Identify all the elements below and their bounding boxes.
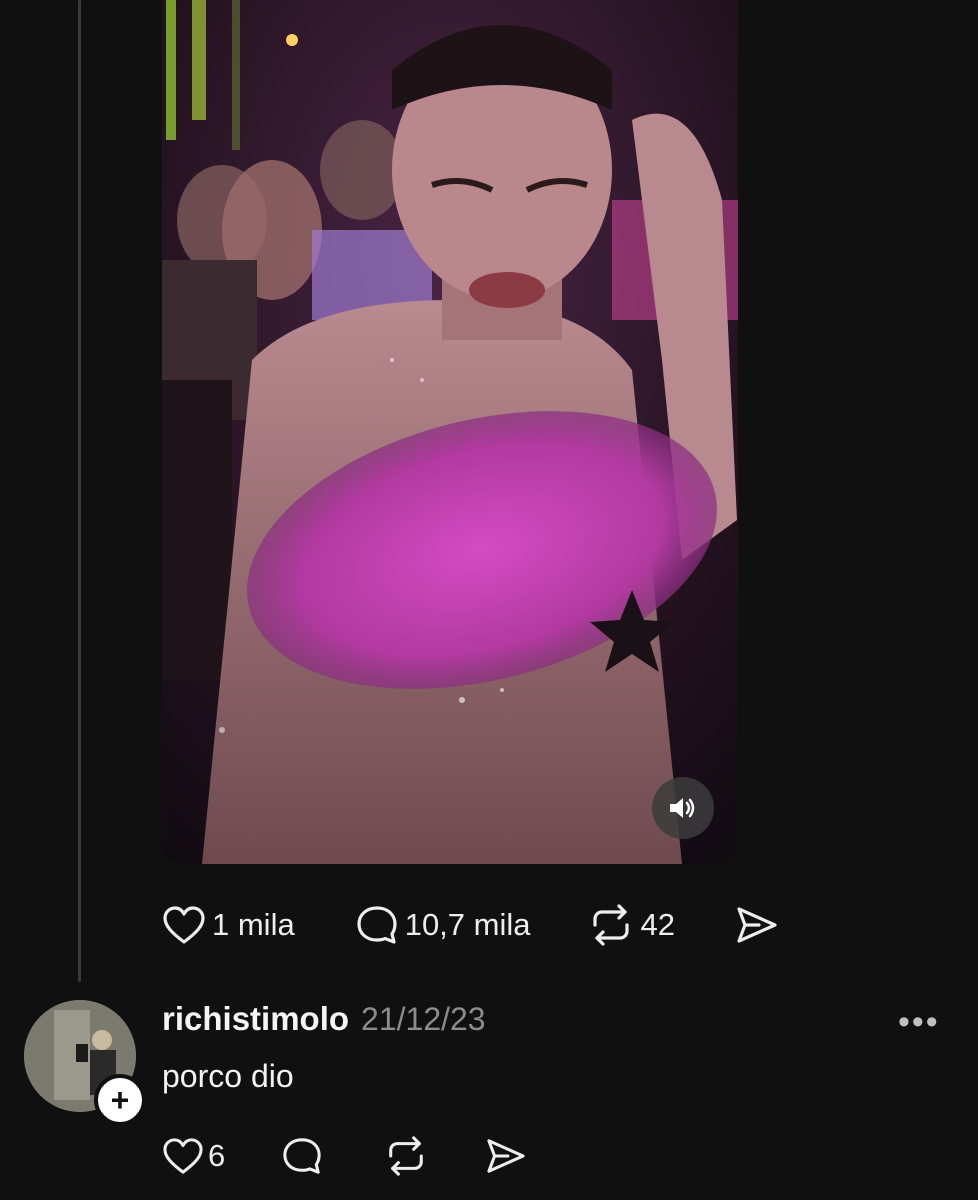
reply-like-count: 6 [208, 1138, 226, 1173]
comment-count: 10,7 mila [404, 907, 531, 942]
reply-date: 21/12/23 [361, 1001, 486, 1037]
heart-icon [163, 906, 205, 944]
more-options-icon[interactable]: ••• [898, 1003, 940, 1042]
like-button[interactable]: 1 mila [162, 905, 295, 945]
reply-username[interactable]: richistimolo [162, 1000, 349, 1038]
reply-comment-button[interactable] [281, 1136, 323, 1176]
comment-bubble-icon [283, 1138, 321, 1174]
video-frame-image [162, 0, 738, 864]
share-button[interactable] [735, 905, 779, 945]
send-icon [487, 1139, 525, 1173]
reply-header: richistimolo 21/12/23 [162, 1000, 486, 1044]
repost-icon [592, 904, 629, 946]
comment-bubble-icon [357, 906, 397, 944]
follow-button[interactable]: + [94, 1074, 146, 1126]
repost-count: 42 [640, 907, 675, 942]
repost-button[interactable]: 42 [587, 903, 675, 947]
reply-share-button[interactable] [485, 1137, 527, 1175]
plus-icon: + [110, 1082, 130, 1118]
reply-like-button[interactable]: 6 [162, 1137, 225, 1175]
reply-author-avatar-group: + [24, 1000, 146, 1126]
reply-repost-button[interactable] [383, 1135, 429, 1177]
speaker-icon [670, 798, 695, 818]
sound-toggle-button[interactable] [652, 777, 714, 839]
like-count: 1 mila [212, 907, 295, 942]
comment-button[interactable]: 10,7 mila [355, 904, 531, 946]
post-video[interactable] [162, 0, 738, 864]
reply-text: porco dio [162, 1058, 294, 1094]
post-actions-bar: 1 mila 10,7 mila 42 [162, 897, 779, 953]
send-icon [737, 907, 777, 943]
thread-connector-line [78, 0, 81, 982]
repost-icon [389, 1136, 424, 1176]
heart-icon [163, 1138, 203, 1174]
reply-actions-bar: 6 [162, 1130, 527, 1182]
